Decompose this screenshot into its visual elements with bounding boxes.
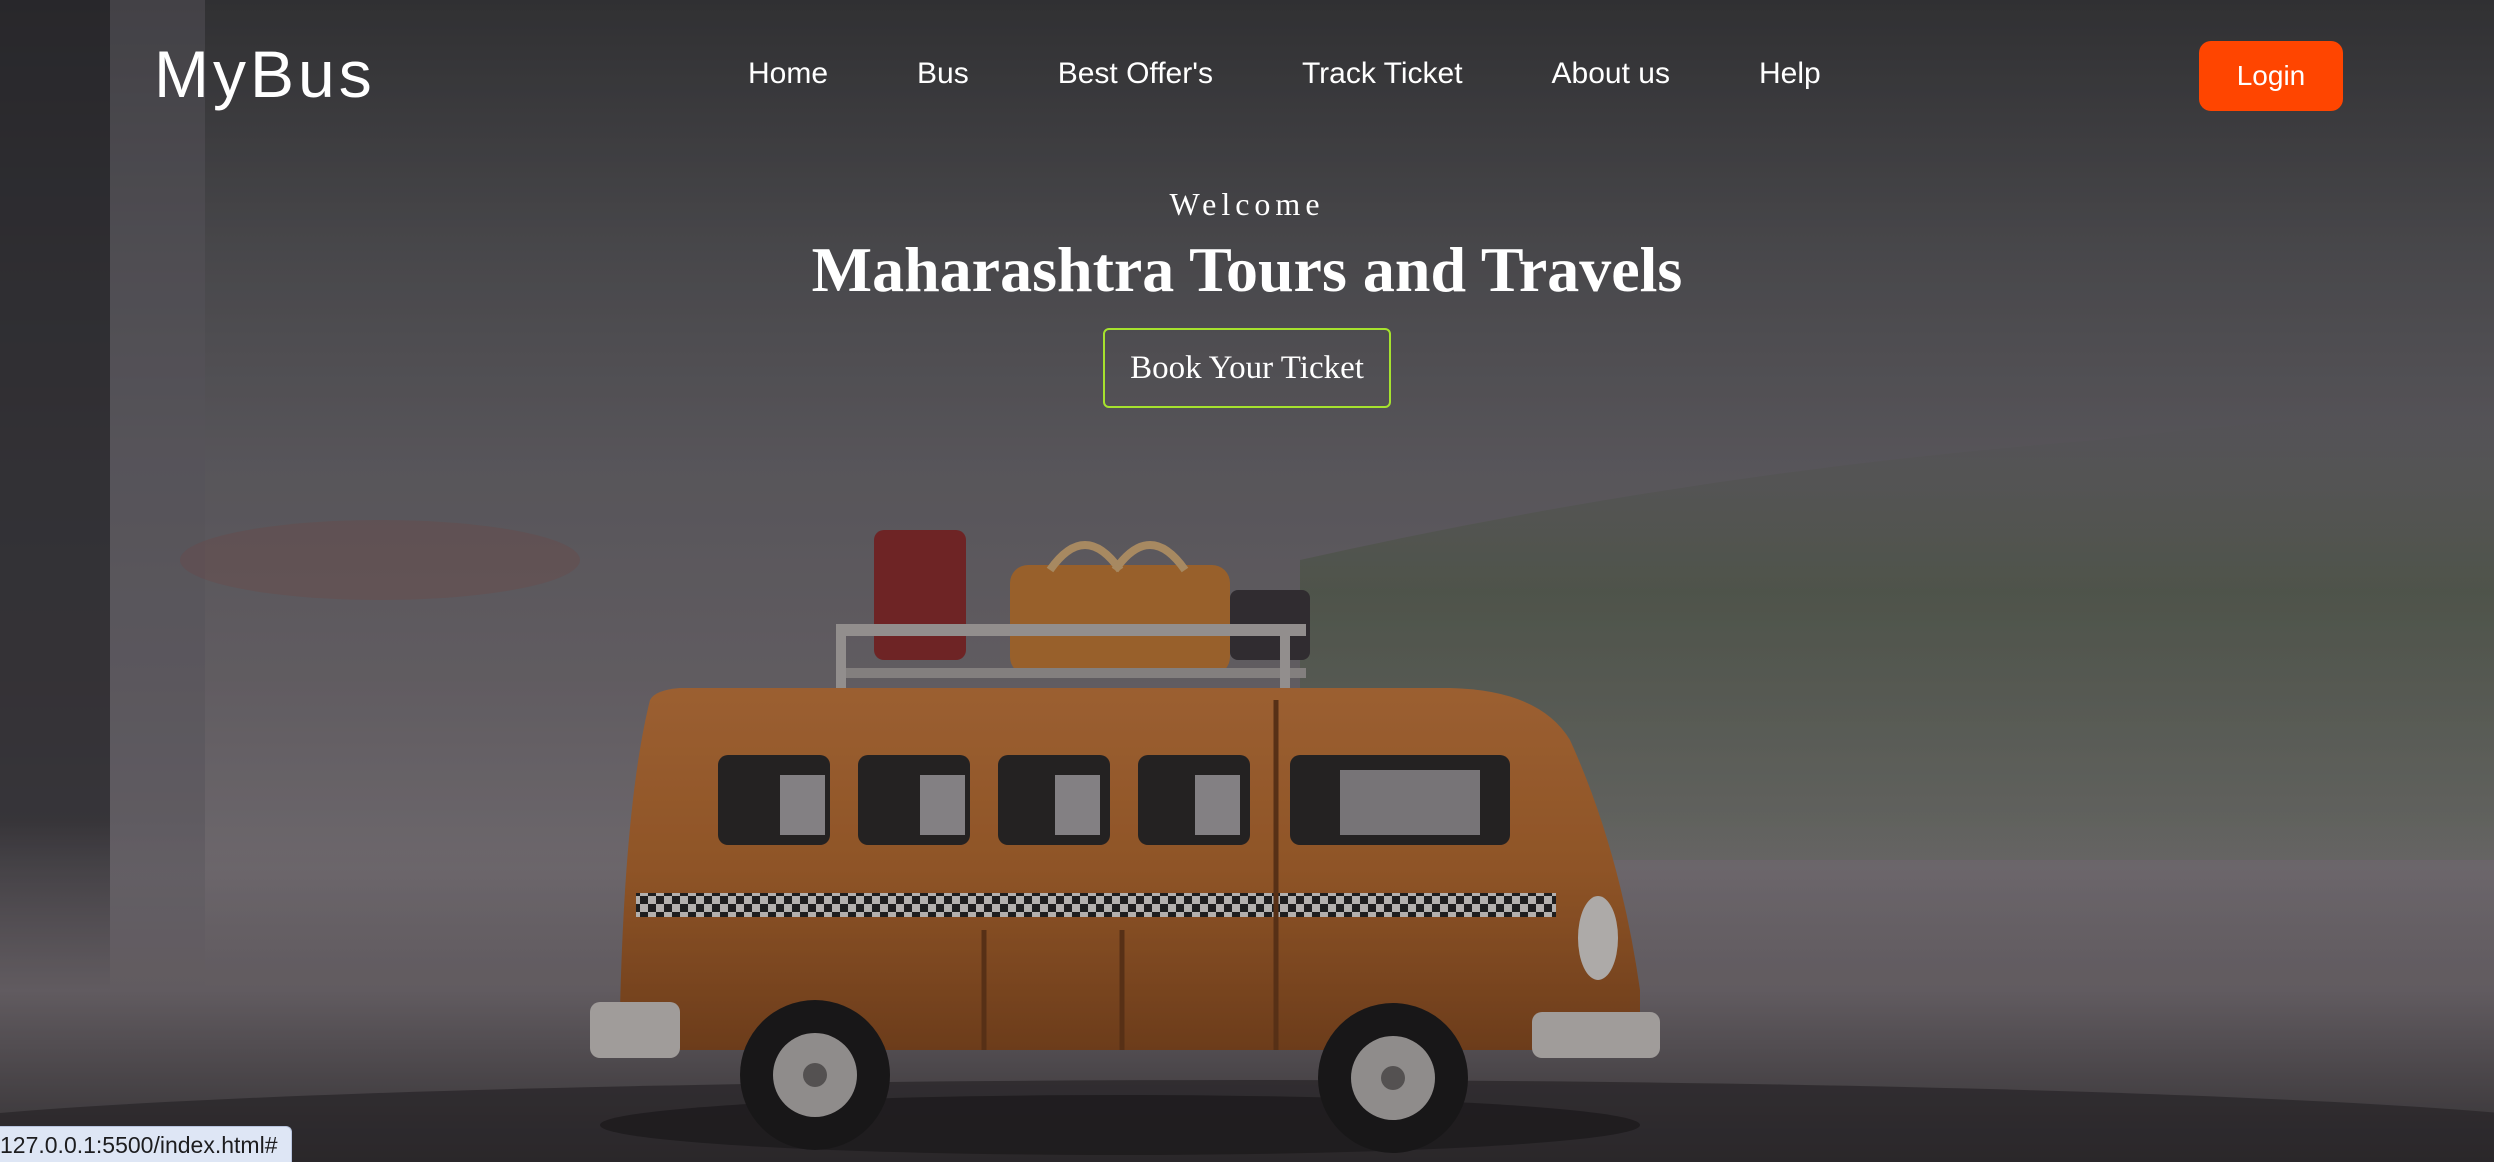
nav-link-best-offers[interactable]: Best Offer's [1058,52,1213,96]
nav-link-about-us[interactable]: About us [1552,52,1670,96]
hero-content: Welcome Maharashtra Tours and Travels Bo… [0,180,2494,408]
nav-link-home[interactable]: Home [748,52,828,96]
browser-status-url: 127.0.0.1:5500/index.html# [0,1126,293,1162]
welcome-text: Welcome [1169,186,1325,222]
book-ticket-button[interactable]: Book Your Ticket [1103,328,1391,408]
nav-links: Home Bus Best Offer's Track Ticket About… [748,52,1821,96]
hero-section [0,0,2494,1162]
nav-link-track-ticket[interactable]: Track Ticket [1302,52,1463,96]
brand-logo[interactable]: MyBus [154,36,376,112]
nav-link-bus[interactable]: Bus [917,52,969,96]
nav-link-help[interactable]: Help [1759,52,1821,96]
page-title: Maharashtra Tours and Travels [811,234,1683,305]
hero-dark-overlay [0,0,2494,1162]
login-button[interactable]: Login [2199,41,2343,111]
navbar: MyBus Home Bus Best Offer's Track Ticket… [0,0,2494,150]
